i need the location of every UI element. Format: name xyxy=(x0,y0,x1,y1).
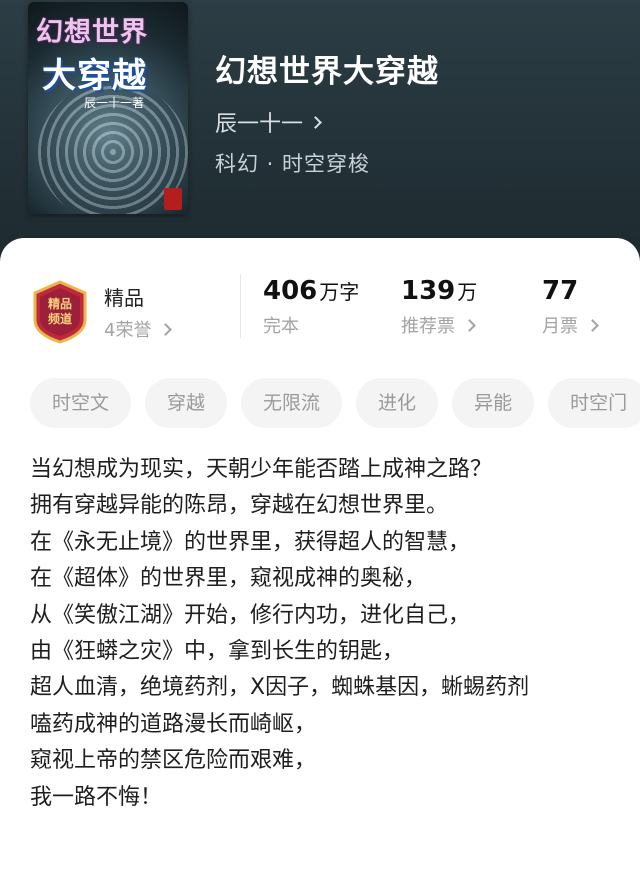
author-link[interactable]: 辰一十一 xyxy=(215,106,322,138)
recommend-votes-unit: 万 xyxy=(457,280,478,304)
cover-title-line1: 幻想世界 xyxy=(36,17,148,48)
description-line: 在《永无止境》的世界里，获得超人的智慧， xyxy=(30,529,471,555)
honor-link[interactable]: 4荣誉 xyxy=(104,316,173,342)
cover-author: 辰一十一著 xyxy=(84,96,145,110)
author-name: 辰一十一 xyxy=(215,112,304,137)
stat-recommend-votes[interactable]: 139 万 推荐票 xyxy=(401,276,477,338)
description-line: 当幻想成为现实，天朝少年能否踏上成神之路？ xyxy=(30,457,493,482)
quality-badge-icon[interactable]: 精品 频道 xyxy=(30,280,90,344)
book-description: 当幻想成为现实，天朝少年能否踏上成神之路？ 拥有穿越异能的陈昂，穿越在幻想世界里… xyxy=(30,452,620,816)
stats-divider xyxy=(240,274,241,338)
completion-status: 完本 xyxy=(263,316,299,337)
description-line: 嗑药成神的道路漫长而崎岖， xyxy=(30,711,317,737)
cover-seal-stamp xyxy=(164,188,182,210)
svg-text:频道: 频道 xyxy=(48,311,72,326)
description-line: 我一路不悔！ xyxy=(30,784,163,810)
book-header: 幻想世界 大穿越 辰一十一著 幻想世界大穿越 辰一十一 科幻 · 时空穿梭 xyxy=(0,0,640,270)
cover-title-line2: 大穿越 xyxy=(42,56,147,96)
monthly-votes-value: 77 xyxy=(542,276,579,306)
description-line: 由《狂蟒之灾》中，拿到长生的钥匙， xyxy=(30,639,405,665)
book-title: 幻想世界大穿越 xyxy=(215,54,439,90)
word-count-value: 406 xyxy=(263,276,318,306)
word-count-unit: 万字 xyxy=(319,280,360,304)
chevron-right-icon xyxy=(309,115,322,129)
chevron-right-icon xyxy=(463,318,476,332)
chevron-right-icon xyxy=(159,322,173,336)
recommend-votes-value: 139 xyxy=(401,276,456,306)
tag-chip[interactable]: 无限流 xyxy=(241,378,343,428)
tag-chip[interactable]: 穿越 xyxy=(145,378,228,428)
book-cover-image[interactable]: 幻想世界 大穿越 辰一十一著 xyxy=(28,2,188,214)
honor-count: 4荣誉 xyxy=(104,320,152,341)
monthly-votes-label: 月票 xyxy=(542,316,578,337)
stat-word-count: 406 万字 完本 xyxy=(263,276,359,338)
description-line: 窥视上帝的禁区危险而艰难， xyxy=(30,748,317,774)
recommend-votes-label: 推荐票 xyxy=(401,316,455,337)
tag-chip[interactable]: 异能 xyxy=(452,378,535,428)
description-line: 超人血清，绝境药剂，X因子，蜘蛛基因，蜥蜴药剂 xyxy=(30,675,530,701)
tag-list: 时空文 穿越 无限流 进化 异能 时空门 xyxy=(30,378,640,430)
tag-chip[interactable]: 时空文 xyxy=(30,378,132,428)
tag-chip[interactable]: 进化 xyxy=(356,378,439,428)
description-line: 在《超体》的世界里，窥视成神的奥秘， xyxy=(30,566,427,592)
svg-text:精品: 精品 xyxy=(48,296,72,311)
book-info-panel: 精品 频道 精品 4荣誉 406 万字 完本 139 万 推荐票 77 月票 时空文… xyxy=(0,238,640,885)
description-line: 从《笑傲江湖》开始，修行内功，进化自己， xyxy=(30,602,471,628)
stat-monthly-votes[interactable]: 77 月票 xyxy=(542,276,599,338)
quality-label: 精品 xyxy=(104,286,144,310)
tag-chip[interactable]: 时空门 xyxy=(548,378,640,428)
book-category: 科幻 · 时空穿梭 xyxy=(215,152,371,176)
chevron-right-icon xyxy=(586,318,599,332)
description-line: 拥有穿越异能的陈昂，穿越在幻想世界里。 xyxy=(30,493,449,519)
